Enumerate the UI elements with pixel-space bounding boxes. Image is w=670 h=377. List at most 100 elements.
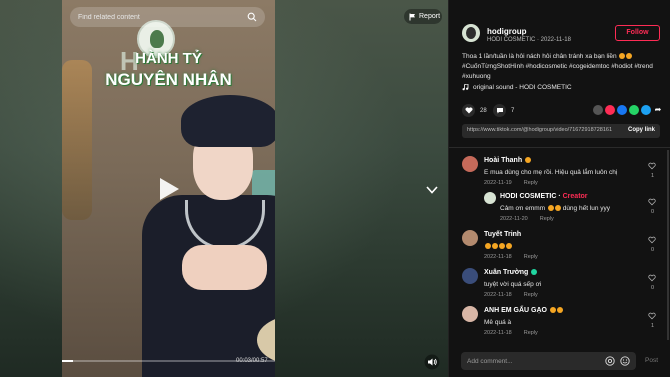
reply-text: Cảm ơn emmm dùng hết lun yyy — [500, 205, 611, 212]
chevron-down-icon[interactable] — [424, 183, 440, 197]
facebook-icon[interactable] — [617, 105, 627, 115]
emoji-icon — [485, 243, 491, 249]
share-icons: ➦ — [593, 105, 663, 115]
commenter-avatar[interactable] — [462, 230, 478, 246]
twitter-icon[interactable] — [641, 105, 651, 115]
search-icon[interactable] — [247, 12, 257, 22]
send-icon[interactable] — [605, 105, 615, 115]
video-player-area[interactable]: H HÀNH TỶ NGUYÊN NHÂN Repo — [0, 0, 448, 377]
like-button-circle — [462, 104, 475, 117]
emoji-icon — [506, 243, 512, 249]
comment-meta: 2022-11-19 Reply — [484, 180, 538, 186]
hashtags[interactable]: #CuốnTừngShotHình #hodicosmetic #cogeide… — [462, 63, 653, 80]
reply-button[interactable]: Reply — [524, 254, 538, 260]
commenter-name[interactable]: Hoài Thanh — [484, 157, 532, 164]
report-label: Report — [419, 13, 441, 20]
heart-icon — [465, 107, 472, 114]
heart-outline-icon[interactable] — [648, 312, 656, 320]
heart-outline-icon[interactable] — [648, 274, 656, 282]
share-link-box: https://www.tiktok.com/@hodigroup/video/… — [462, 124, 660, 138]
emoji-icon — [547, 205, 554, 211]
like-action[interactable]: 28 — [462, 104, 487, 117]
embed-icon[interactable] — [593, 105, 603, 115]
commenter-avatar[interactable] — [462, 268, 478, 284]
play-icon[interactable] — [157, 176, 181, 202]
presenter-hat — [181, 95, 275, 147]
comment-meta: 2022-11-18 Reply — [484, 330, 538, 336]
music-note-icon — [462, 84, 469, 91]
author-subtitle: HODI COSMETIC · 2022-11-18 — [487, 37, 571, 43]
mention-icon[interactable] — [605, 356, 615, 366]
comment-icon — [496, 108, 503, 114]
emoji-icon — [549, 307, 556, 313]
volume-icon[interactable] — [424, 354, 440, 370]
heart-outline-icon[interactable] — [648, 162, 656, 170]
comment-text: E mua dùng cho mẹ rồi. Hiệu quả lắm luôn… — [484, 169, 618, 176]
comment-emoji-text — [484, 243, 512, 250]
creator-badge: Creator — [562, 193, 588, 200]
video-progress-fill — [62, 360, 73, 362]
share-more-icon[interactable]: ➦ — [653, 105, 663, 115]
comment-count: 7 — [511, 107, 515, 114]
emoji-icon — [556, 307, 563, 313]
reply-button[interactable]: Reply — [524, 180, 538, 186]
comment-like-count: 0 — [650, 209, 654, 215]
emoji-picker-icon[interactable] — [620, 356, 630, 366]
comment-date: 2022-11-19 — [484, 180, 512, 186]
comment-text: tuyệt vời quá sếp ơi — [484, 281, 542, 288]
follow-button[interactable]: Follow — [615, 25, 660, 41]
commenter-avatar[interactable] — [462, 306, 478, 322]
commenter-name[interactable]: ANH EM GẤU GẠO — [484, 307, 563, 314]
presenter-hands — [182, 245, 267, 290]
creator-avatar[interactable] — [484, 192, 496, 204]
creator-name[interactable]: HODI COSMETIC · Creator — [500, 193, 588, 200]
tiktok-video-page: H HÀNH TỶ NGUYÊN NHÂN Repo — [0, 0, 670, 377]
comment-date: 2022-11-18 — [484, 254, 512, 260]
comment-meta: 2022-11-18 Reply — [484, 292, 538, 298]
commenter-name[interactable]: Xuân Trường — [484, 269, 538, 276]
sound-link[interactable]: original sound - HODI COSMETIC — [462, 84, 572, 91]
comment-date: 2022-11-18 — [484, 330, 512, 336]
related-search-bar[interactable] — [70, 7, 265, 27]
comment-action[interactable]: 7 — [493, 104, 514, 117]
reply-button[interactable]: Reply — [540, 216, 554, 222]
post-comment-button[interactable]: Post — [645, 357, 658, 364]
related-search-input[interactable] — [78, 13, 238, 21]
heart-outline-icon[interactable] — [648, 198, 656, 206]
comment-like-count: 0 — [650, 247, 654, 253]
comment-date: 2022-11-18 — [484, 292, 512, 298]
comment-meta: 2022-11-18 Reply — [484, 254, 538, 260]
emoji-icon — [525, 157, 532, 163]
copy-link-button[interactable]: Copy link — [628, 127, 655, 133]
whatsapp-icon[interactable] — [629, 105, 639, 115]
author-username[interactable]: hodigroup — [487, 27, 527, 36]
share-link-text[interactable]: https://www.tiktok.com/@hodigroup/video/… — [467, 127, 612, 133]
emoji-icon — [626, 53, 633, 59]
comments-scrollbar[interactable] — [667, 150, 669, 340]
comments-list: Hoài Thanh E mua dùng cho mẹ rồi. Hiệu q… — [449, 150, 670, 345]
heart-outline-icon[interactable] — [648, 236, 656, 244]
comment-input[interactable] — [467, 355, 587, 367]
video-overlay-title-line1: HÀNH TỶ — [135, 50, 202, 67]
verified-badge-icon — [531, 269, 538, 275]
description-text: Thoa 1 lần/tuần là hôi nách hôi chân trá… — [462, 53, 617, 60]
emoji-icon — [499, 243, 505, 249]
reply-button[interactable]: Reply — [524, 292, 538, 298]
commenter-avatar[interactable] — [462, 156, 478, 172]
commenter-name[interactable]: Tuyết Trinh — [484, 231, 521, 238]
reply-meta: 2022-11-20 Reply — [500, 216, 554, 222]
like-count: 28 — [480, 107, 487, 114]
comment-text: Mê quá à — [484, 319, 512, 326]
report-button[interactable]: Report — [404, 9, 442, 24]
reply-button[interactable]: Reply — [524, 330, 538, 336]
author-avatar[interactable] — [462, 24, 480, 42]
details-panel: hodigroup HODI COSMETIC · 2022-11-18 Fol… — [448, 0, 670, 377]
divider — [449, 147, 670, 148]
video-time: 00:03/00:57 — [236, 358, 268, 364]
add-comment-box[interactable] — [461, 352, 636, 370]
action-bar: 28 7 ➦ — [462, 104, 663, 118]
post-description: Thoa 1 lần/tuần là hôi nách hôi chân trá… — [462, 52, 662, 82]
comment-like-count: 1 — [650, 323, 654, 329]
flag-icon — [409, 13, 415, 20]
comment-date: 2022-11-20 — [500, 216, 528, 222]
